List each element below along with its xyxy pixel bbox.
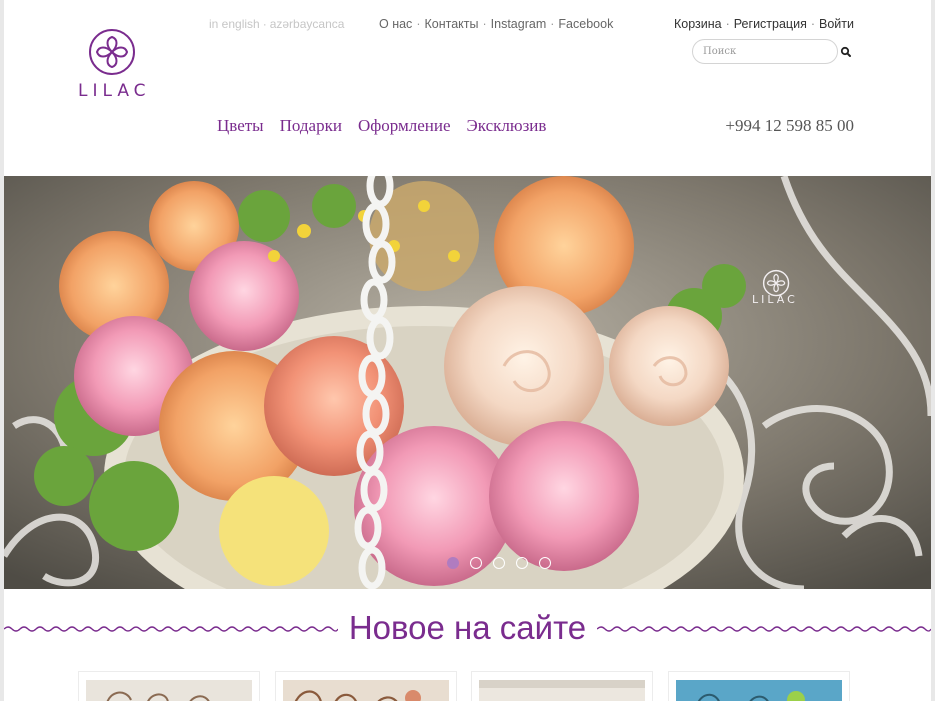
slider-dot-1[interactable]: [447, 557, 459, 569]
nav-instagram-link[interactable]: Instagram: [491, 17, 547, 31]
wave-divider-right: [597, 626, 931, 632]
search-icon[interactable]: [840, 45, 852, 57]
logo-text: LILAC: [78, 81, 151, 101]
cart-link[interactable]: Корзина: [674, 17, 722, 31]
phone-number: +994 12 598 85 00: [725, 116, 854, 135]
slider-pagination: [447, 557, 551, 569]
login-link[interactable]: Войти: [819, 17, 854, 31]
product-thumbnail: [479, 680, 645, 701]
menu-flowers[interactable]: Цветы: [217, 116, 264, 135]
hero-slider[interactable]: LILAC: [4, 176, 931, 589]
menu-decoration[interactable]: Оформление: [358, 116, 451, 135]
nav-contacts-link[interactable]: Контакты: [424, 17, 478, 31]
nav-facebook-link[interactable]: Facebook: [558, 17, 613, 31]
product-thumbnail: [676, 680, 842, 701]
product-card[interactable]: [78, 671, 260, 701]
user-nav: Корзина · Регистрация · Войти: [673, 17, 854, 31]
product-card[interactable]: [471, 671, 653, 701]
language-switch: in english · azərbaycanca: [209, 17, 345, 31]
slider-dot-4[interactable]: [516, 557, 528, 569]
register-link[interactable]: Регистрация: [734, 17, 807, 31]
menu-exclusive[interactable]: Эксклюзив: [467, 116, 547, 135]
hero-watermark-text: LILAC: [752, 293, 798, 306]
lang-english-link[interactable]: in english: [209, 17, 260, 31]
nav-about-link[interactable]: О нас: [379, 17, 412, 31]
product-thumbnail: [86, 680, 252, 701]
product-card[interactable]: [275, 671, 457, 701]
slider-dot-3[interactable]: [493, 557, 505, 569]
flower-logo-icon: [89, 29, 135, 75]
menu-gifts[interactable]: Подарки: [280, 116, 342, 135]
slider-dot-5[interactable]: [539, 557, 551, 569]
site-logo[interactable]: LILAC: [76, 28, 148, 102]
product-thumbnail: [283, 680, 449, 701]
hero-image: [4, 176, 931, 589]
slider-dot-2[interactable]: [470, 557, 482, 569]
product-card[interactable]: [668, 671, 850, 701]
lang-azerbaijani-link[interactable]: azərbaycanca: [270, 17, 345, 31]
search-input[interactable]: [692, 39, 838, 64]
top-nav: О нас · Контакты · Instagram · Facebook: [379, 17, 614, 31]
main-menu: Цветы Подарки Оформление Эксклюзив: [217, 116, 562, 136]
